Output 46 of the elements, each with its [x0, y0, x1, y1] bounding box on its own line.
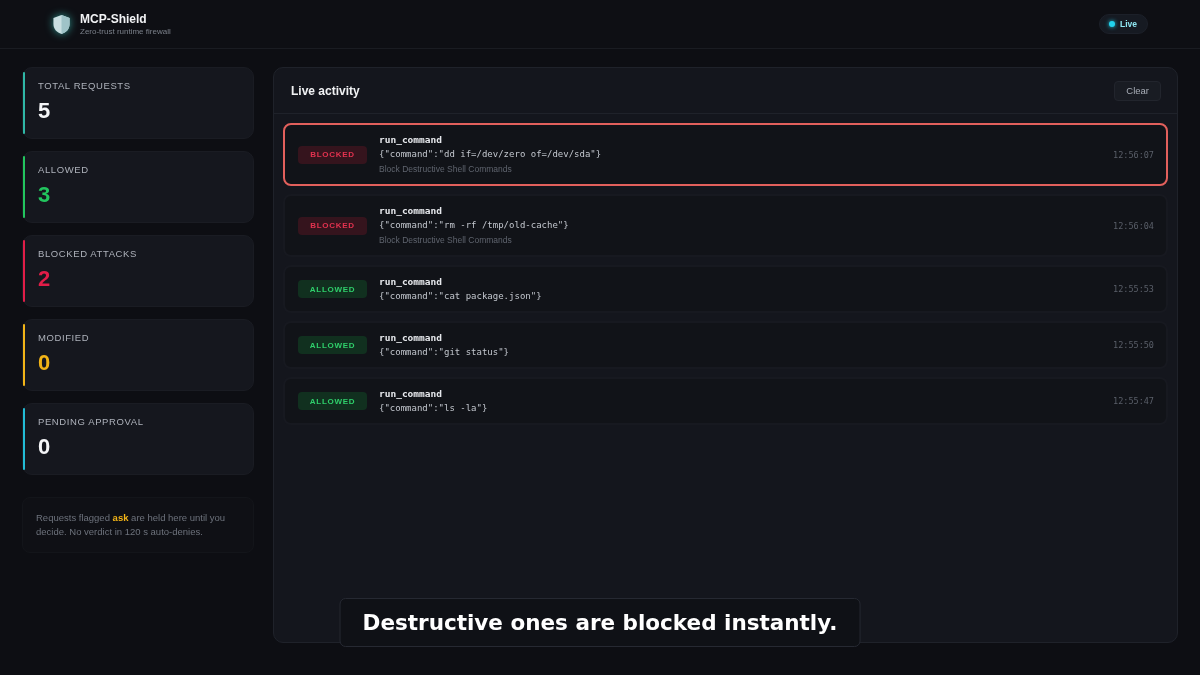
event-time: 12:55:50 — [1113, 340, 1154, 350]
command-args: {"command":"git status"} — [379, 346, 511, 359]
event-time: 12:56:07 — [1113, 149, 1154, 160]
clear-button[interactable]: Clear — [1114, 80, 1161, 101]
event-row[interactable]: BLOCKED run_command {"command":"rm -rf /tmp/old-cache"} Block Destructive Shell Commands 12:56:04 — [283, 194, 1168, 257]
subtitle-caption: Destructive ones are blocked instantly. — [339, 598, 861, 647]
verdict-badge: ALLOWED — [298, 280, 367, 298]
event-row[interactable]: ALLOWED run_command {"command":"git status"} 12:55:50 — [283, 321, 1168, 369]
event-row[interactable]: BLOCKED run_command {"command":"dd if=/dev/zero of=/dev/sda"} Block Destructive Shell Commands 12:56:07 — [283, 123, 1168, 186]
stat-value: 0 — [38, 434, 52, 460]
verdict-badge: BLOCKED — [298, 216, 367, 235]
stat-label: MODIFIED — [38, 332, 90, 344]
app-subtitle: Zero-trust runtime firewall — [80, 26, 171, 37]
shield-icon — [52, 13, 71, 35]
status-label: Live — [1120, 19, 1137, 29]
event-time: 12:55:53 — [1113, 284, 1154, 294]
status-dot-icon — [1109, 21, 1115, 27]
tool-name: run_command — [379, 204, 443, 218]
hint-text: Requests flagged ask are held here until you decide. No verdict in 120 s auto-denies. — [22, 497, 254, 553]
command-args: {"command":"ls -la"} — [379, 402, 489, 415]
verdict-badge: BLOCKED — [298, 145, 367, 164]
event-time: 12:56:04 — [1113, 220, 1154, 231]
verdict-badge: ALLOWED — [298, 392, 367, 410]
verdict-badge: ALLOWED — [298, 336, 367, 354]
tool-name: run_command — [379, 331, 443, 345]
command-args: {"command":"rm -rf /tmp/old-cache"} — [379, 219, 570, 232]
tool-name: run_command — [379, 275, 443, 289]
rule-name: Block Destructive Shell Commands — [379, 234, 513, 247]
stat-label: BLOCKED ATTACKS — [38, 248, 137, 260]
stat-label: PENDING APPROVAL — [38, 416, 144, 428]
stat-value: 0 — [38, 350, 52, 376]
command-args: {"command":"cat package.json"} — [379, 290, 543, 303]
panel-title: Live activity — [291, 83, 360, 98]
stat-value: 5 — [38, 98, 52, 124]
stat-value: 2 — [38, 266, 52, 292]
event-row[interactable]: ALLOWED run_command {"command":"cat package.json"} 12:55:53 — [283, 265, 1168, 313]
stat-label: ALLOWED — [38, 164, 89, 176]
tool-name: run_command — [379, 133, 443, 147]
tool-name: run_command — [379, 387, 443, 401]
app-title: MCP-Shield — [80, 11, 148, 26]
event-time: 12:55:47 — [1113, 396, 1154, 406]
rule-name: Block Destructive Shell Commands — [379, 163, 513, 176]
stat-value: 3 — [38, 182, 52, 208]
stat-label: TOTAL REQUESTS — [38, 80, 131, 92]
event-row[interactable]: ALLOWED run_command {"command":"ls -la"} 12:55:47 — [283, 377, 1168, 425]
command-args: {"command":"dd if=/dev/zero of=/dev/sda"} — [379, 148, 603, 161]
